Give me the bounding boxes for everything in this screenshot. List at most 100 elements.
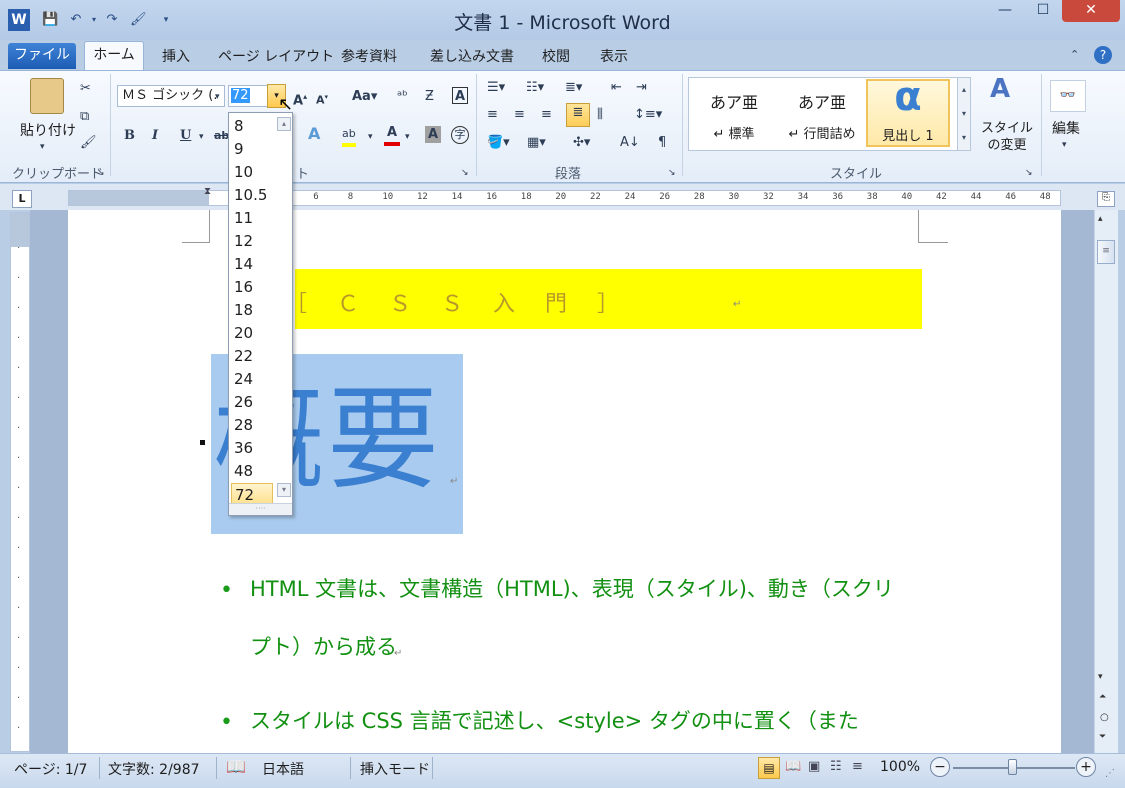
font-size-option[interactable]: 18	[231, 299, 277, 322]
strikethrough-icon[interactable]: ab	[214, 127, 229, 145]
font-size-option[interactable]: 24	[231, 368, 277, 391]
zoom-out-icon[interactable]: −	[930, 757, 950, 777]
font-size-option[interactable]: 10.5	[231, 184, 277, 207]
increase-indent-icon[interactable]: ⇥	[636, 79, 647, 97]
clipboard-launcher-icon[interactable]: ↘	[97, 164, 105, 182]
previous-page-icon[interactable]: ⏶	[1099, 692, 1106, 702]
tab-mailings[interactable]: 差し込み文書	[430, 46, 514, 70]
scroll-thumb[interactable]: ≡	[1097, 240, 1115, 264]
change-case-icon[interactable]: Aa▾	[352, 88, 377, 106]
show-marks-icon[interactable]: ¶	[658, 134, 666, 152]
font-size-combo[interactable]: 72	[228, 85, 268, 107]
text-effects-icon[interactable]: A	[308, 125, 320, 143]
next-page-icon[interactable]: ⏷	[1099, 732, 1106, 742]
change-styles-icon[interactable]: A	[990, 76, 1010, 102]
copy-icon[interactable]: ⧉	[80, 108, 89, 126]
tab-view[interactable]: 表示	[600, 46, 628, 70]
tab-review[interactable]: 校閲	[542, 46, 570, 70]
tab-page-layout[interactable]: ページ レイアウト	[218, 46, 334, 70]
paste-icon[interactable]	[30, 78, 64, 114]
style-no-spacing[interactable]: あア亜 ↵ 行間詰め	[780, 79, 864, 147]
zoom-in-icon[interactable]: +	[1076, 757, 1096, 777]
web-layout-icon[interactable]: ▣	[808, 759, 820, 774]
decrease-indent-icon[interactable]: ⇤	[611, 79, 622, 97]
resize-grip-icon[interactable]: ⋰	[1105, 768, 1115, 779]
language-status[interactable]: 日本語	[262, 759, 304, 779]
asian-layout-icon[interactable]: ✣▾	[573, 134, 590, 152]
highlight-dropdown-icon[interactable]: ▾	[368, 128, 373, 146]
bullet-text-line[interactable]: HTML 文書は、文書構造（HTML)、表現（スタイル)、動き（スクリ	[250, 574, 894, 604]
font-size-option[interactable]: 16	[231, 276, 277, 299]
line-spacing-icon[interactable]: ↕≡▾	[634, 106, 662, 124]
dropdown-scroll-up-icon[interactable]: ▴	[277, 117, 291, 131]
close-button[interactable]: ✕	[1062, 0, 1120, 22]
font-size-option[interactable]: 14	[231, 253, 277, 276]
font-name-dropdown-icon[interactable]: ▾	[215, 88, 220, 106]
minimize-button[interactable]: —	[985, 0, 1025, 22]
format-painter-icon[interactable]: 🖌	[80, 134, 97, 152]
scroll-up-icon[interactable]: ▴	[1098, 214, 1103, 224]
shrink-font-icon[interactable]: A▾	[316, 88, 328, 110]
font-name-combo[interactable]: ＭＳ ゴシック (.	[117, 85, 225, 107]
align-right-icon[interactable]: ≡	[541, 106, 552, 124]
font-size-option[interactable]: 9	[231, 138, 277, 161]
dropdown-scroll-down-icon[interactable]: ▾	[277, 483, 291, 497]
style-heading-1[interactable]: α 見出し 1	[866, 77, 950, 147]
underline-icon[interactable]: U	[180, 127, 191, 145]
horizontal-ruler[interactable]: 8642246810121416182022242628303234363840…	[68, 190, 1061, 206]
insert-mode-status[interactable]: 挿入モード	[360, 759, 430, 779]
character-shading-icon[interactable]: A	[425, 126, 441, 143]
align-left-icon[interactable]: ≡	[487, 106, 498, 124]
font-launcher-icon[interactable]: ↘	[461, 164, 469, 182]
tab-references[interactable]: 参考資料	[341, 46, 397, 70]
align-center-icon[interactable]: ≡	[514, 106, 525, 124]
tab-file[interactable]: ファイル	[8, 43, 76, 69]
maximize-button[interactable]: ☐	[1025, 0, 1061, 22]
paste-button[interactable]: 貼り付け	[20, 120, 76, 140]
page-count-status[interactable]: ページ: 1/7	[14, 759, 87, 779]
style-normal[interactable]: あア亜 ↵ 標準	[692, 79, 776, 147]
font-color-icon[interactable]: A	[384, 124, 400, 146]
font-size-option[interactable]: 36	[231, 437, 277, 460]
sort-icon[interactable]: A↓	[620, 134, 640, 152]
enclose-characters-icon[interactable]: 字	[451, 126, 469, 144]
font-size-option[interactable]: 12	[231, 230, 277, 253]
phonetic-guide-icon[interactable]: ᵃᵇ	[397, 88, 408, 106]
binoculars-icon[interactable]: 👓	[1050, 80, 1086, 112]
italic-icon[interactable]: I	[152, 127, 158, 145]
bullet-text-line[interactable]: スタイルは CSS 言語で記述し、<style> タグの中に置く（また	[250, 706, 859, 736]
bullets-icon[interactable]: ☰▾	[487, 79, 505, 97]
multilevel-list-icon[interactable]: ≣▾	[565, 79, 582, 97]
dropdown-resize-grip-icon[interactable]: ····	[229, 503, 292, 515]
grow-font-icon[interactable]: A▴	[293, 88, 307, 110]
font-size-option[interactable]: 22	[231, 345, 277, 368]
print-layout-view-icon[interactable]: ▤	[758, 757, 780, 779]
minimize-ribbon-icon[interactable]: ⌃	[1070, 48, 1079, 61]
font-size-option[interactable]: 10	[231, 161, 277, 184]
bold-icon[interactable]: B	[124, 127, 135, 145]
tab-home[interactable]: ホーム	[84, 41, 144, 71]
full-screen-reading-icon[interactable]: 📖	[785, 759, 801, 774]
draft-view-icon[interactable]: ≡	[852, 759, 863, 774]
outline-view-icon[interactable]: ☷	[830, 759, 842, 774]
view-ruler-icon[interactable]: ⎘	[1097, 191, 1115, 207]
numbering-icon[interactable]: ☷▾	[526, 79, 544, 97]
font-size-option[interactable]: 28	[231, 414, 277, 437]
help-icon[interactable]: ?	[1094, 46, 1112, 64]
vertical-ruler[interactable]: ··················	[10, 212, 30, 764]
font-size-option[interactable]: 20	[231, 322, 277, 345]
shading-icon[interactable]: 🪣▾	[487, 134, 510, 152]
distributed-icon[interactable]: ⫼	[597, 106, 603, 124]
paragraph-launcher-icon[interactable]: ↘	[668, 164, 676, 182]
word-count-status[interactable]: 文字数: 2/987	[108, 759, 200, 779]
proofing-icon[interactable]: 📖	[226, 757, 246, 776]
borders-icon[interactable]: ▦▾	[527, 134, 546, 152]
font-size-dropdown-list[interactable]: 8 9 10 10.5 11 12 14 16 18 20 22 24 26 28 36 48 72 ▴ ▾ ·…	[228, 112, 293, 516]
cut-icon[interactable]: ✂	[80, 80, 91, 98]
font-color-dropdown-icon[interactable]: ▾	[405, 128, 410, 146]
justify-icon[interactable]: ≣	[566, 103, 590, 127]
scroll-down-icon[interactable]: ▾	[1098, 672, 1103, 682]
bullet-text-line[interactable]: プト）から成る	[250, 632, 397, 662]
font-size-option[interactable]: 26	[231, 391, 277, 414]
browse-object-icon[interactable]: ○	[1100, 712, 1109, 723]
